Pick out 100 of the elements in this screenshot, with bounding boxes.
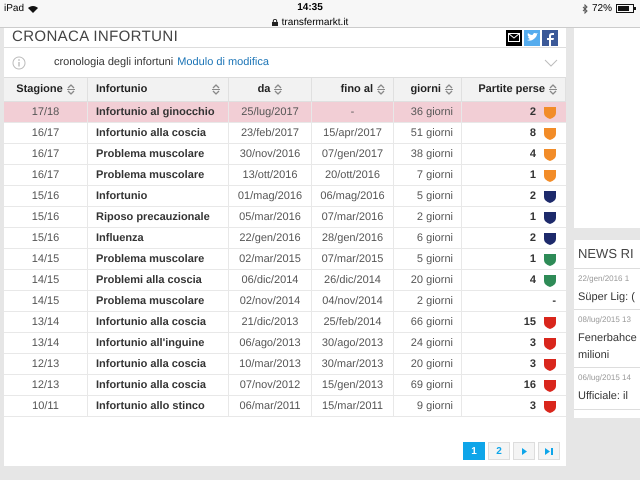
edit-form-link[interactable]: Modulo di modifica [177, 54, 269, 71]
column-header[interactable]: Stagione [16, 81, 63, 98]
table-cell-text: Infortunio allo stinco [96, 398, 205, 414]
table-cell-text: 6 giorni [416, 230, 453, 246]
sort-icon[interactable] [212, 84, 220, 95]
table-cell-text: 16/17 [32, 168, 60, 183]
table-cell-text: 15/gen/2013 [322, 378, 384, 393]
clock: 14:35 [297, 1, 323, 15]
news-headline[interactable]: Fenerbahce milioni [578, 330, 636, 363]
table-cell-text: 06/mag/2016 [320, 188, 385, 204]
table-cell-text: 14/15 [32, 294, 60, 309]
column-header[interactable]: Partite perse [478, 81, 545, 98]
email-button[interactable] [506, 30, 522, 46]
table-cell-text: 7 giorni [416, 168, 453, 183]
last-page-button[interactable] [538, 442, 560, 460]
table-cell-text: Problema muscolare [96, 168, 204, 183]
table-cell-text: 16/17 [32, 146, 60, 162]
lock-icon [272, 19, 278, 26]
table-cell-text: 06/ago/2013 [239, 336, 301, 351]
table-cell-text: 25/lug/2017 [241, 104, 299, 120]
table-cell-text: Infortunio alla coscia [96, 126, 206, 141]
sort-icon[interactable] [549, 84, 557, 95]
table-cell-text: Infortunio al ginocchio [96, 104, 215, 120]
table-cell-text: 26/dic/2014 [324, 272, 381, 288]
table-cell-text: 30/mar/2013 [322, 356, 384, 372]
table-cell-text: 20/ott/2016 [324, 168, 380, 183]
table-cell-text: 15/mar/2011 [322, 398, 383, 414]
table-cell-text: 22/gen/2016 [239, 230, 301, 246]
play-icon [522, 448, 526, 454]
bird-icon [526, 33, 538, 42]
table-cell-text: Problema muscolare [96, 294, 204, 309]
table-cell-text: 12/13 [32, 378, 60, 393]
battery-percent: 72% [592, 2, 612, 16]
info-icon[interactable] [12, 56, 26, 70]
device-label: iPad [4, 2, 24, 16]
news-date: 22/gen/2016 1 [578, 272, 630, 284]
table-cell-text: 15/16 [32, 210, 60, 225]
section-subtitle: cronologia degli infortuni [54, 55, 174, 70]
table-cell-text: 02/mar/2015 [239, 252, 301, 267]
table-cell-text: 12/13 [32, 356, 60, 372]
url-text[interactable]: transfermarkt.it [282, 15, 348, 30]
table-cell-text: 15/16 [32, 230, 60, 246]
chevron-down-icon[interactable] [544, 58, 558, 66]
column-header[interactable]: giorni [410, 81, 441, 98]
sort-icon[interactable] [274, 84, 282, 95]
column-header[interactable]: Infortunio [96, 81, 148, 98]
table-cell-text: 8 [530, 126, 536, 141]
table-cell-text: 2 giorni [416, 294, 453, 309]
table-cell-text: 1 [530, 252, 536, 267]
table-cell-text: 1 [530, 210, 536, 225]
table-cell-text: 04/nov/2014 [322, 294, 383, 309]
table-cell-text: 16 [524, 378, 536, 393]
table-cell-text: 23/feb/2017 [240, 126, 300, 141]
sort-icon[interactable] [377, 84, 385, 95]
news-headline[interactable]: Ufficiale: il [578, 388, 636, 404]
table-cell-text: 4 [530, 272, 536, 288]
table-cell-text: 07/nov/2012 [240, 378, 300, 393]
table-cell-text: Problemi alla coscia [96, 272, 202, 288]
table-cell-text: Infortunio alla coscia [96, 314, 206, 330]
table-cell-text: 4 [530, 146, 536, 162]
table-cell-text: 3 [530, 356, 536, 372]
table-cell-text: 51 giorni [410, 126, 453, 141]
table-cell-text: 15 [524, 314, 536, 330]
sort-icon[interactable] [445, 84, 453, 95]
table-cell-text: 38 giorni [410, 146, 453, 162]
column-header[interactable]: fino al [340, 81, 373, 98]
table-cell-text: Problema muscolare [96, 146, 204, 162]
table-cell-text: - [552, 294, 556, 309]
column-header[interactable]: da [258, 81, 270, 98]
table-cell-text: 16/17 [32, 126, 60, 141]
wifi-icon [28, 4, 38, 12]
table-cell-text: 15/16 [32, 188, 60, 204]
table-cell-text: 10/11 [32, 398, 59, 414]
table-cell-text: 13/ott/2016 [242, 168, 298, 183]
table-cell-text: 30/ago/2013 [322, 336, 384, 351]
bluetooth-icon [582, 4, 588, 14]
table-cell-text: 30/nov/2016 [240, 146, 300, 162]
table-cell-text: 05/mar/2016 [239, 210, 301, 225]
table-cell-text: 10/mar/2013 [239, 356, 301, 372]
table-cell-text: 36 giorni [410, 104, 453, 120]
table-cell-text: 07/mar/2016 [322, 210, 384, 225]
table-cell-text: 01/mag/2016 [238, 188, 302, 204]
table-cell-text: 13/14 [32, 336, 60, 351]
table-cell-text: 24 giorni [410, 336, 453, 351]
table-cell-text: 07/gen/2017 [322, 146, 384, 162]
f-logo-icon [546, 32, 554, 46]
facebook-button[interactable] [542, 30, 558, 46]
skip-end-icon [545, 448, 553, 454]
table-cell-text: 25/feb/2014 [323, 314, 382, 330]
news-headline[interactable]: Süper Lig: ( [578, 288, 636, 305]
table-cell-text: - [350, 104, 354, 120]
table-cell-text: 2 [530, 104, 536, 120]
table-cell-text: Infortunio [96, 188, 148, 204]
battery-icon [616, 4, 636, 13]
table-cell-text: 3 [530, 398, 536, 414]
sort-icon[interactable] [66, 84, 75, 95]
next-page-button[interactable] [513, 442, 535, 460]
table-cell-text: 06/dic/2014 [242, 272, 298, 288]
table-cell-text: Riposo precauzionale [96, 210, 210, 225]
table-cell-text: 2 giorni [416, 210, 453, 225]
